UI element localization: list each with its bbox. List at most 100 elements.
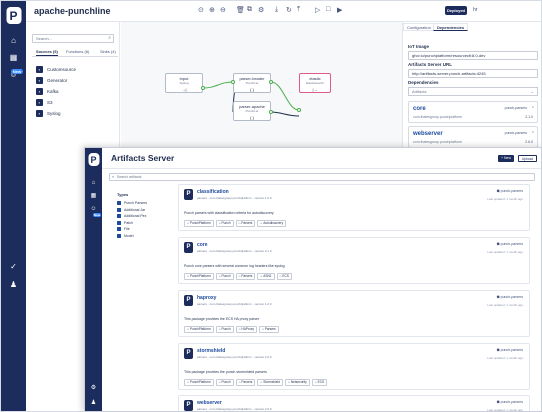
- source-item-generator[interactable]: ▪ Generator: [36, 76, 67, 85]
- output-port[interactable]: [269, 80, 273, 84]
- checkbox-icon[interactable]: [117, 207, 121, 212]
- tab-dependencies[interactable]: Dependencies: [433, 23, 469, 31]
- artifact-description: Punch parsers with classification criter…: [184, 211, 274, 215]
- tag-chip[interactable]: ⌂Netsecurity: [285, 379, 310, 386]
- tab-configuration[interactable]: Configuration: [403, 23, 435, 31]
- node-parser-apache[interactable]: parser-apache PunchLet { }: [233, 101, 271, 121]
- tag-chip[interactable]: ⌂ECS: [276, 273, 292, 280]
- components-search-input[interactable]: Search... ⌕: [32, 34, 114, 43]
- output-port[interactable]: [269, 110, 273, 114]
- checkbox-icon[interactable]: [117, 214, 121, 219]
- tag-chip[interactable]: ⌂Punch: [215, 220, 234, 227]
- tag-chip[interactable]: ⌂Punch: [215, 326, 234, 333]
- close-icon[interactable]: ×: [532, 129, 534, 134]
- tag-chip[interactable]: ⌂Autodiscovery: [257, 220, 287, 227]
- source-item-customsource[interactable]: ▪ Customsource: [36, 65, 76, 74]
- artifact-card[interactable]: Pwebserver parsers · com.thalesgroup.punc…: [178, 395, 530, 411]
- zoom-in-icon[interactable]: ⊕: [209, 6, 215, 14]
- grid-icon[interactable]: ▦: [1, 54, 26, 62]
- tag-chip[interactable]: ⌂ASN1: [257, 273, 275, 280]
- checkbox-icon[interactable]: [117, 201, 121, 206]
- tag-chip[interactable]: ⌂Punch: [215, 273, 234, 280]
- dependency-card-webserver[interactable]: webserver com.thalesgroup.punchplatform …: [408, 126, 538, 148]
- play-icon[interactable]: ▷: [315, 6, 320, 14]
- user-icon[interactable]: ♟: [1, 281, 26, 289]
- settings-icon[interactable]: ⚙: [85, 385, 102, 391]
- tag-chip[interactable]: ⌂PunchPlatform: [184, 326, 214, 333]
- tab-sources[interactable]: Sources (5): [36, 49, 58, 56]
- tag-chip[interactable]: ⌂PunchPlatform: [184, 220, 214, 227]
- stop-icon[interactable]: □: [326, 6, 330, 13]
- iot-image-field[interactable]: ghcr.io/punchplatform/resourcectl:8.0-de…: [408, 51, 538, 60]
- artifact-card[interactable]: Pclassification parsers · com.thalesgroup…: [178, 184, 530, 231]
- input-port[interactable]: [231, 80, 235, 84]
- chip-label: PunchPlatform: [189, 221, 211, 225]
- close-icon[interactable]: ×: [532, 104, 534, 109]
- check-circle-icon[interactable]: ✓: [1, 263, 26, 271]
- checkbox-icon[interactable]: [117, 227, 121, 232]
- tag-chip[interactable]: ⌂PunchPlatform: [184, 379, 214, 386]
- tab-functions[interactable]: Functions (6): [66, 49, 89, 54]
- node-parser-header[interactable]: parser-header PunchLet { }: [233, 73, 271, 93]
- artifact-card[interactable]: Phaproxy parsers · com.thalesgroup.punchp…: [178, 290, 530, 337]
- tag-chip[interactable]: ⌂PunchPlatform: [184, 273, 214, 280]
- user-icon[interactable]: ♟: [85, 400, 102, 406]
- upload-button[interactable]: Upload: [517, 155, 537, 162]
- node-input[interactable]: Input Syslog →|: [165, 73, 203, 93]
- upload-icon[interactable]: ⤒: [297, 6, 300, 14]
- artifact-name[interactable]: haproxy: [197, 295, 216, 301]
- source-item-syslog[interactable]: ▪ Syslog: [36, 109, 61, 118]
- tag-chip[interactable]: ⌂Punch: [215, 379, 234, 386]
- checkbox-icon[interactable]: [117, 233, 121, 238]
- tag-chip[interactable]: ⌂Stormshield: [257, 379, 284, 386]
- tag-chip[interactable]: ⌂Parsers: [235, 273, 256, 280]
- tag-chip[interactable]: ⌂Parsers: [258, 326, 279, 333]
- home-icon[interactable]: ⌂: [1, 37, 26, 45]
- chip-label: PunchPlatform: [189, 274, 211, 278]
- new-artifact-button[interactable]: + New: [497, 155, 514, 162]
- tab-sinks[interactable]: Sinks (4): [100, 49, 116, 54]
- grid-icon[interactable]: ▦: [85, 193, 102, 199]
- artifact-name[interactable]: classification: [197, 189, 229, 195]
- artifact-card[interactable]: Pcore parsers · com.thalesgroup.punchplat…: [178, 237, 530, 284]
- tag-chip[interactable]: ⌂ECS: [311, 379, 328, 386]
- punch-logo[interactable]: P: [6, 7, 21, 24]
- chevron-down-icon: ⌄: [530, 89, 534, 94]
- user-menu[interactable]: hr: [473, 7, 477, 13]
- artifact-name[interactable]: webserver: [197, 400, 222, 406]
- deployed-button[interactable]: Deployed: [445, 6, 467, 15]
- tag-chip[interactable]: ⌂Parsers: [235, 220, 256, 227]
- node-elastic[interactable]: elastic Elasticsearch |→: [299, 73, 331, 93]
- deploy-icon[interactable]: ▶: [337, 6, 342, 14]
- tag-chip[interactable]: ⌂HAProxy: [235, 326, 257, 333]
- source-label: Syslog: [47, 111, 61, 116]
- filters-title: Types: [117, 192, 129, 197]
- refresh-icon[interactable]: ↻: [286, 6, 292, 14]
- zoom-reset-icon[interactable]: ⊙: [198, 6, 204, 14]
- home-icon[interactable]: ⌂: [85, 180, 102, 186]
- artifact-name[interactable]: stormshield: [197, 348, 225, 354]
- filter-model[interactable]: Model: [117, 233, 177, 240]
- users-icon[interactable]: ☺: [85, 206, 102, 212]
- input-port[interactable]: [297, 108, 301, 112]
- settings-icon[interactable]: ⚙: [258, 6, 264, 14]
- punch-logo[interactable]: P: [88, 153, 99, 166]
- delete-icon[interactable]: 🗑: [236, 6, 245, 14]
- artifact-name[interactable]: core: [197, 242, 208, 248]
- dependency-card-core[interactable]: core com.thalesgroup.punchplatform punch…: [408, 101, 538, 123]
- copy-icon[interactable]: ⧉: [247, 6, 252, 14]
- source-item-kafka[interactable]: ▪ Kafka: [36, 87, 59, 96]
- artifacts-search-input[interactable]: ⌕ Search artifacts: [109, 173, 535, 181]
- artifact-card[interactable]: Pstormshield parsers · com.thalesgroup.pu…: [178, 343, 530, 390]
- tag-label: punch-parsers: [500, 242, 523, 246]
- tag-chip[interactable]: ⌂Parsers: [235, 379, 256, 386]
- download-icon[interactable]: ⤓: [275, 6, 278, 14]
- output-port[interactable]: [201, 86, 205, 90]
- punch-logo: P: [184, 242, 193, 253]
- artifacts-url-field[interactable]: http://artifacts-server.punch-artifacts:…: [408, 69, 538, 78]
- artifacts-select[interactable]: Artifacts ⌄: [408, 87, 538, 96]
- tag-icon: ⌂: [260, 274, 263, 278]
- source-item-s3[interactable]: ▪ S3: [36, 98, 53, 107]
- zoom-out-icon[interactable]: ⊖: [220, 6, 226, 14]
- checkbox-icon[interactable]: [117, 220, 121, 225]
